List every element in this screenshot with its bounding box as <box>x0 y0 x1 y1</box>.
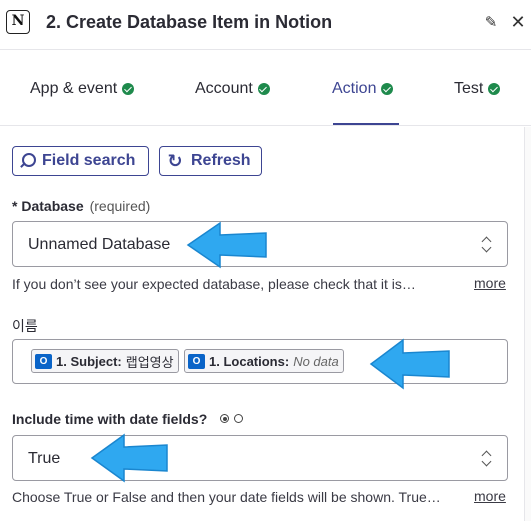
annotation-arrow-icon <box>90 433 168 483</box>
notion-logo-icon: N <box>6 10 30 34</box>
annotation-arrow-icon <box>369 338 450 390</box>
include-time-select-value: True <box>28 450 61 467</box>
include-time-more-link[interactable]: more <box>474 488 506 504</box>
tab-account[interactable]: Account <box>195 80 270 98</box>
check-circle-icon <box>257 83 270 95</box>
step-header: N 2. Create Database Item in Notion ✎ ✕ <box>0 0 531 50</box>
tab-app-event[interactable]: App & event <box>30 80 135 98</box>
required-asterisk: * <box>12 198 22 214</box>
tab-label: App & event <box>30 80 118 97</box>
scrollbar-track[interactable] <box>524 127 531 521</box>
search-icon <box>19 153 36 169</box>
chevron-updown-icon <box>480 235 492 253</box>
outlook-icon: O <box>188 353 205 369</box>
pill-key: 1. Locations: <box>209 353 290 369</box>
radio-option-selected[interactable] <box>220 414 229 423</box>
tab-label: Account <box>195 80 253 97</box>
mapped-field-pill-locations[interactable]: O 1. Locations: No data <box>184 349 344 373</box>
tab-label: Action <box>332 80 377 97</box>
include-time-label: Include time with date fields? <box>12 411 207 427</box>
check-circle-icon <box>381 83 394 95</box>
tab-action[interactable]: Action <box>332 80 394 98</box>
check-circle-icon <box>122 83 135 95</box>
chevron-updown-icon <box>480 449 492 467</box>
refresh-button[interactable]: ↻ Refresh <box>159 146 262 176</box>
outlook-icon: O <box>35 353 52 369</box>
database-label-text: Database <box>21 198 84 214</box>
pencil-icon[interactable]: ✎ <box>482 14 500 32</box>
database-select-value: Unnamed Database <box>28 236 171 253</box>
tab-label: Test <box>454 80 484 97</box>
pill-key: 1. Subject: <box>56 353 122 369</box>
radio-option-unselected[interactable] <box>234 414 243 423</box>
field-search-button[interactable]: Field search <box>12 146 149 176</box>
tab-test[interactable]: Test <box>454 80 501 98</box>
field-search-label: Field search <box>42 152 136 169</box>
mapped-field-pill-subject[interactable]: O 1. Subject: 랩업영상 <box>31 349 179 373</box>
refresh-label: Refresh <box>191 152 251 169</box>
database-more-link[interactable]: more <box>474 275 506 291</box>
pill-value: 랩업영상 <box>125 354 174 370</box>
include-time-select[interactable]: True <box>12 435 508 481</box>
refresh-icon: ↻ <box>167 151 183 171</box>
close-icon[interactable]: ✕ <box>509 12 527 32</box>
include-time-help-text: Choose True or False and then your date … <box>12 489 441 505</box>
name-label: 이름 <box>12 318 38 334</box>
active-tab-indicator <box>333 123 399 125</box>
database-help-text: If you don’t see your expected database,… <box>12 276 416 292</box>
database-label: * Database (required) <box>12 198 150 214</box>
required-hint: (required) <box>89 198 151 214</box>
annotation-arrow-icon <box>186 221 267 269</box>
include-time-label-text: Include time with date fields? <box>12 411 208 427</box>
check-circle-icon <box>488 83 501 95</box>
step-title[interactable]: 2. Create Database Item in Notion <box>46 12 332 33</box>
step-tabs: App & event Account Action Test <box>0 50 531 126</box>
pill-value: No data <box>293 353 339 369</box>
